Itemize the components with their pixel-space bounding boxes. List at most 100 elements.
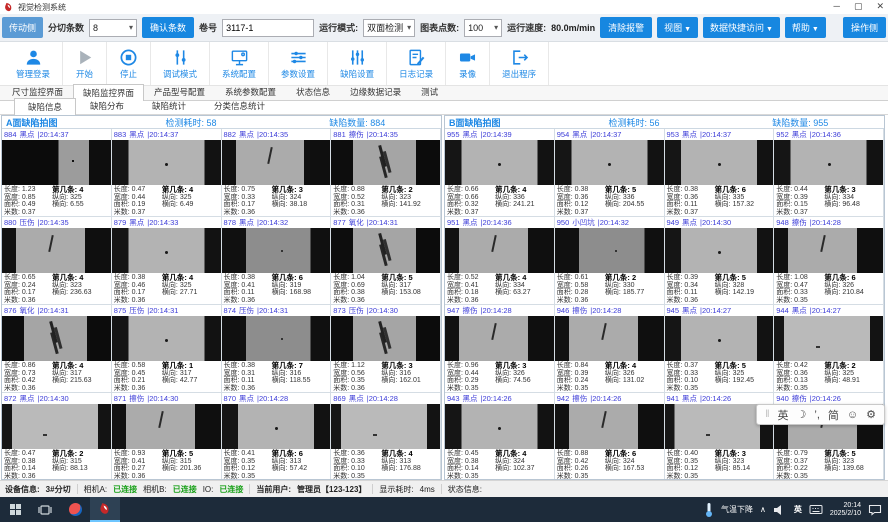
defect-cell[interactable]: 950 小凹坑 |20:14:32 长度: 0.61 宽度: 0.58 面积: … [555,217,665,305]
defect-image[interactable] [445,140,554,185]
roll-input[interactable] [222,19,314,37]
ime-emoji-icon[interactable]: ☺ [847,409,858,421]
pinned-app-button[interactable] [60,497,90,522]
action-button[interactable]: 录像 [446,42,490,85]
taskbar-clock[interactable]: 20:14 2025/2/10 [830,502,861,518]
defect-cell[interactable]: 879 黑点 |20:14:33 长度: 0.38 宽度: 0.46 面积: 0… [112,217,222,305]
defect-image[interactable] [112,140,221,185]
volume-icon[interactable] [773,504,787,516]
defect-image[interactable] [222,316,331,361]
defect-image[interactable] [222,228,331,273]
defect-image[interactable] [445,316,554,361]
defect-image[interactable] [2,316,111,361]
defect-image[interactable] [331,228,440,273]
action-center-icon[interactable] [868,504,882,516]
ime-simplified-mode[interactable]: 简 [828,407,839,423]
window-control-button[interactable]: ✕ [876,1,884,12]
main-tab[interactable]: 状态信息 [286,83,340,100]
ime-settings-gear-icon[interactable]: ⚙ [866,408,876,421]
action-button[interactable]: 停止 [107,42,151,85]
ime-punctuation-icon[interactable]: ’, [814,409,820,421]
defect-image[interactable] [222,404,331,449]
defect-cell[interactable]: 874 压伤 |20:14:31 长度: 0.38 宽度: 0.31 面积: 0… [222,305,332,393]
ime-drag-handle-icon[interactable]: ‖ [765,409,769,420]
defect-cell[interactable]: 871 擦伤 |20:14:30 长度: 0.93 宽度: 0.41 面积: 0… [112,393,222,479]
defect-image[interactable] [445,228,554,273]
weather-text[interactable]: 气温下降 [721,504,753,515]
defect-cell[interactable]: 870 黑点 |20:14:28 长度: 0.41 宽度: 0.35 面积: 0… [222,393,332,479]
defect-image[interactable] [2,140,111,185]
defect-cell[interactable]: 872 黑点 |20:14:30 长度: 0.47 宽度: 0.38 面积: 0… [2,393,112,479]
main-tab[interactable]: 边缘数据记录 [340,83,411,100]
defect-cell[interactable]: 942 擦伤 |20:14:26 长度: 0.88 宽度: 0.42 面积: 0… [555,393,665,479]
action-button[interactable]: 调试模式 [151,42,210,85]
data-shortcut-menu-button[interactable]: 数据快捷访问 [703,17,780,38]
defect-cell[interactable]: 952 黑点 |20:14:36 长度: 0.44 宽度: 0.39 面积: 0… [774,129,884,217]
defect-image[interactable] [774,140,883,185]
task-view-button[interactable] [30,497,60,522]
window-control-button[interactable]: ─ [834,1,840,12]
defect-cell[interactable]: 876 氧化 |20:14:31 长度: 0.86 宽度: 0.73 面积: 0… [2,305,112,393]
defect-cell[interactable]: 878 黑点 |20:14:32 长度: 0.38 宽度: 0.41 面积: 0… [222,217,332,305]
defect-image[interactable] [112,316,221,361]
defect-image[interactable] [555,316,664,361]
action-button[interactable]: 缺陷设置 [328,42,387,85]
defect-cell[interactable]: 955 黑点 |20:14:39 长度: 0.66 宽度: 0.66 面积: 0… [445,129,555,217]
defect-image[interactable] [2,404,111,449]
defect-image[interactable] [222,140,331,185]
defect-image[interactable] [2,228,111,273]
keyboard-icon[interactable] [809,504,823,515]
defect-image[interactable] [112,404,221,449]
tray-overflow-caret[interactable]: ∧ [760,505,766,514]
run-mode-dropdown[interactable]: 双面检测 [363,19,415,37]
ime-english-mode[interactable]: 英 [778,407,789,423]
defect-cell[interactable]: 881 擦伤 |20:14:35 长度: 0.88 宽度: 0.52 面积: 0… [331,129,441,217]
defect-image[interactable] [112,228,221,273]
defect-cell[interactable]: 945 黑点 |20:14:27 长度: 0.37 宽度: 0.33 面积: 0… [665,305,775,393]
defect-cell[interactable]: 946 擦伤 |20:14:28 长度: 0.84 宽度: 0.39 面积: 0… [555,305,665,393]
defect-cell[interactable]: 869 黑点 |20:14:28 长度: 0.36 宽度: 0.33 面积: 0… [331,393,441,479]
defect-cell[interactable]: 884 黑点 |20:14:37 长度: 1.23 宽度: 0.85 面积: 0… [2,129,112,217]
window-control-button[interactable]: ▢ [854,1,863,12]
defect-image[interactable] [331,316,440,361]
action-button[interactable]: 开始 [63,42,107,85]
defect-image[interactable] [665,228,774,273]
defect-image[interactable] [555,228,664,273]
defect-cell[interactable]: 943 黑点 |20:14:26 长度: 0.45 宽度: 0.38 面积: 0… [445,393,555,479]
slit-count-dropdown[interactable]: 8 [89,19,137,37]
defect-image[interactable] [555,140,664,185]
defect-cell[interactable]: 944 黑点 |20:14:27 长度: 0.42 宽度: 0.36 面积: 0… [774,305,884,393]
action-button[interactable]: 参数设置 [269,42,328,85]
defect-image[interactable] [774,316,883,361]
chart-points-dropdown[interactable]: 100 [464,19,502,37]
confirm-count-button[interactable]: 确认条数 [142,17,194,38]
defect-image[interactable] [774,228,883,273]
sub-tab[interactable]: 缺陷统计 [138,97,200,114]
defect-cell[interactable]: 877 氧化 |20:14:31 长度: 1.04 宽度: 0.69 面积: 0… [331,217,441,305]
action-button[interactable]: 管理登录 [4,42,63,85]
defect-cell[interactable]: 947 擦伤 |20:14:28 长度: 0.96 宽度: 0.44 面积: 0… [445,305,555,393]
drive-side-button[interactable]: 传动侧 [2,17,43,38]
main-tab[interactable]: 测试 [411,83,448,100]
action-button[interactable]: 退出程序 [490,42,549,85]
defect-image[interactable] [331,140,440,185]
defect-image[interactable] [665,140,774,185]
clear-alarm-button[interactable]: 清除报警 [600,17,652,38]
defect-cell[interactable]: 875 压伤 |20:14:31 长度: 0.58 宽度: 0.45 面积: 0… [112,305,222,393]
defect-cell[interactable]: 883 黑点 |20:14:37 长度: 0.47 宽度: 0.44 面积: 0… [112,129,222,217]
defect-image[interactable] [445,404,554,449]
defect-image[interactable] [555,404,664,449]
sub-tab[interactable]: 缺陷信息 [14,98,76,115]
defect-cell[interactable]: 948 擦伤 |20:14:28 长度: 1.08 宽度: 0.47 面积: 0… [774,217,884,305]
view-menu-button[interactable]: 视图 [657,17,698,38]
main-tab[interactable]: 缺陷监控界面 [73,84,144,101]
defect-image[interactable] [665,316,774,361]
defect-cell[interactable]: 882 黑点 |20:14:35 长度: 0.75 宽度: 0.33 面积: 0… [222,129,332,217]
thermometer-icon[interactable] [704,502,714,518]
defect-cell[interactable]: 953 黑点 |20:14:37 长度: 0.38 宽度: 0.36 面积: 0… [665,129,775,217]
active-app-button[interactable] [90,497,120,522]
defect-cell[interactable]: 951 黑点 |20:14:36 长度: 0.52 宽度: 0.41 面积: 0… [445,217,555,305]
operator-side-button[interactable]: 操作侧 [843,17,886,38]
action-button[interactable]: 日志记录 [387,42,446,85]
windows-start-button[interactable] [0,497,30,522]
